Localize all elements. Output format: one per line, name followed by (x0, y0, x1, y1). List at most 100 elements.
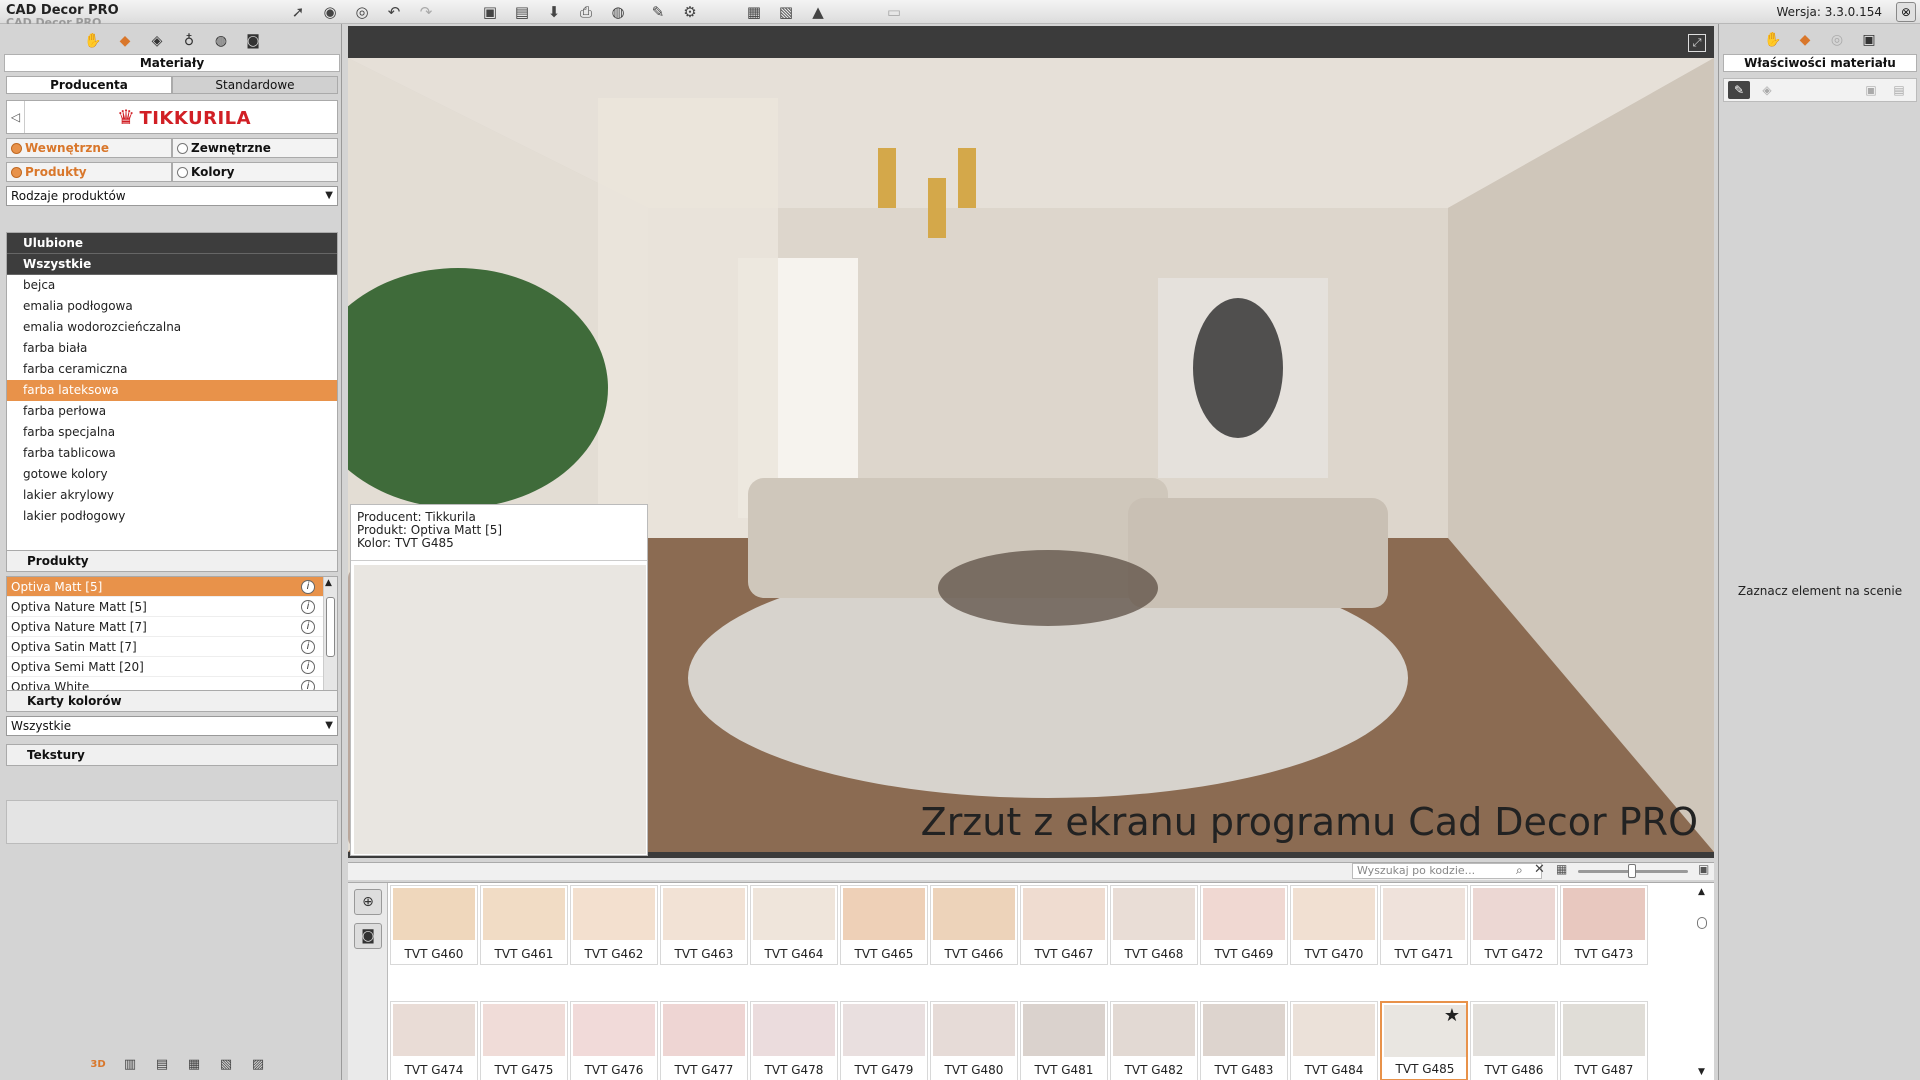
scroll-thumb[interactable] (326, 597, 335, 657)
eye-alt-icon[interactable]: ◎ (350, 2, 374, 22)
color-swatch[interactable]: TVT G480 (930, 1001, 1018, 1080)
color-swatch[interactable]: TVT G462 (570, 885, 658, 965)
color-swatch[interactable]: TVT G470 (1290, 885, 1378, 965)
category-item[interactable]: emalia podłogowa (7, 296, 337, 317)
color-swatch[interactable]: TVT G485 ★ (1380, 1001, 1468, 1080)
color-swatch[interactable]: TVT G469 (1200, 885, 1288, 965)
view-side-tab[interactable]: ▦ (182, 1053, 206, 1075)
color-swatch[interactable]: TVT G465 (840, 885, 928, 965)
zoom-in-icon[interactable]: ⊕ (354, 889, 382, 915)
back-arrow-icon[interactable]: ◁ (7, 101, 25, 133)
color-swatch[interactable]: TVT G473 (1560, 885, 1648, 965)
color-swatch[interactable]: TVT G482 (1110, 1001, 1198, 1080)
copy-icon[interactable]: ▣ (1860, 81, 1882, 99)
color-swatch[interactable]: TVT G472 (1470, 885, 1558, 965)
export-icon[interactable]: ⬇ (542, 2, 566, 22)
maximize-icon[interactable]: ⤢ (1688, 34, 1706, 52)
category-all[interactable]: Wszystkie (7, 254, 337, 275)
print-icon[interactable]: ⎙ (574, 2, 598, 22)
camera-icon[interactable]: ◙ (354, 923, 382, 949)
scroll-thumb[interactable] (1697, 917, 1707, 929)
favorite-star-icon[interactable]: ★ (1444, 1005, 1460, 1026)
color-swatch[interactable]: TVT G478 (750, 1001, 838, 1080)
info-icon[interactable]: i (301, 640, 315, 654)
material-brush-icon[interactable]: ◆ (1793, 30, 1817, 50)
color-swatch[interactable]: TVT G461 (480, 885, 568, 965)
select-arrow-icon[interactable]: ➚ (286, 2, 310, 22)
info-icon[interactable]: i (301, 580, 315, 594)
color-swatch[interactable]: TVT G463 (660, 885, 748, 965)
option-products[interactable]: Produkty (6, 162, 172, 182)
color-swatch[interactable]: TVT G474 (390, 1001, 478, 1080)
category-item[interactable]: farba tablicowa (7, 443, 337, 464)
color-swatch[interactable]: TVT G483 (1200, 1001, 1288, 1080)
texture-icon[interactable]: ◍ (208, 30, 234, 52)
color-swatch[interactable]: TVT G460 (390, 885, 478, 965)
category-item[interactable]: farba lateksowa (7, 380, 337, 401)
option-interior[interactable]: Wewnętrzne (6, 138, 172, 158)
textures-header[interactable]: Tekstury (6, 744, 338, 766)
image-icon[interactable]: ▣ (1857, 30, 1881, 50)
save-as-icon[interactable]: ▤ (510, 2, 534, 22)
color-swatch[interactable]: TVT G475 (480, 1001, 568, 1080)
tab-producenta[interactable]: Producenta (6, 76, 172, 94)
settings-icon[interactable]: ⚙ (678, 2, 702, 22)
eye-icon[interactable]: ◉ (318, 2, 342, 22)
tab-standardowe[interactable]: Standardowe (172, 76, 338, 94)
scroll-down-icon[interactable]: ▼ (1698, 1067, 1705, 1077)
product-item[interactable]: Optiva Nature Matt [5] i (7, 597, 337, 617)
search-icon[interactable]: ⌕ (1516, 863, 1523, 878)
view-3d-icon[interactable]: ▧ (774, 2, 798, 22)
view-plan-tab[interactable]: ▥ (118, 1053, 142, 1075)
view-left-tab[interactable]: ▧ (214, 1053, 238, 1075)
color-swatch[interactable]: TVT G466 (930, 885, 1018, 965)
material-brush-icon[interactable]: ◆ (112, 30, 138, 52)
category-item[interactable]: lakier akrylowy (7, 485, 337, 506)
category-item[interactable]: farba specjalna (7, 422, 337, 443)
category-item[interactable]: bejca (7, 275, 337, 296)
category-favorites[interactable]: Ulubione (7, 233, 337, 254)
category-item[interactable]: lakier podłogowy (7, 506, 337, 527)
product-types-select[interactable]: Rodzaje produktów ▼ (6, 186, 338, 206)
view-3d-tab[interactable]: 3D (86, 1053, 110, 1075)
category-item[interactable]: emalia wodorozcieńczalna (7, 317, 337, 338)
material-edit-icon[interactable]: ◈ (1756, 81, 1778, 99)
hand-icon[interactable]: ✋ (80, 30, 106, 52)
color-swatch[interactable]: TVT G464 (750, 885, 838, 965)
info-icon[interactable]: i (301, 660, 315, 674)
product-item[interactable]: Optiva Matt [5] i (7, 577, 337, 597)
info-icon[interactable]: i (301, 620, 315, 634)
globe-icon[interactable]: ◍ (606, 2, 630, 22)
view-front-tab[interactable]: ▤ (150, 1053, 174, 1075)
paste-icon[interactable]: ▤ (1888, 81, 1910, 99)
color-swatch[interactable]: TVT G471 (1380, 885, 1468, 965)
color-cards-select[interactable]: Wszystkie ▼ (6, 716, 338, 736)
info-icon[interactable]: i (301, 600, 315, 614)
lamp-icon[interactable]: ♁ (176, 30, 202, 52)
swatch-scrollbar[interactable]: ▲ ▼ (1696, 887, 1708, 1077)
view-2d-icon[interactable]: ▦ (742, 2, 766, 22)
redo-icon[interactable]: ↷ (414, 2, 438, 22)
window-icon[interactable]: ▭ (882, 2, 906, 22)
color-swatch[interactable]: TVT G486 (1470, 1001, 1558, 1080)
scroll-up-icon[interactable]: ▲ (1698, 887, 1705, 897)
category-item[interactable]: farba ceramiczna (7, 359, 337, 380)
color-swatch[interactable]: TVT G468 (1110, 885, 1198, 965)
eyedropper-icon[interactable]: ✎ (1728, 81, 1750, 99)
color-swatch[interactable]: TVT G467 (1020, 885, 1108, 965)
product-item[interactable]: Optiva Nature Matt [7] i (7, 617, 337, 637)
products-header[interactable]: Produkty (6, 550, 338, 572)
color-swatch[interactable]: TVT G484 (1290, 1001, 1378, 1080)
color-cards-header[interactable]: Karty kolorów (6, 690, 338, 712)
color-swatch[interactable]: TVT G487 (1560, 1001, 1648, 1080)
search-input[interactable]: Wyszukaj po kodzie... (1352, 863, 1542, 879)
product-item[interactable]: Optiva Satin Matt [7] i (7, 637, 337, 657)
undo-icon[interactable]: ↶ (382, 2, 406, 22)
layers-icon[interactable]: ◈ (144, 30, 170, 52)
color-swatch[interactable]: TVT G477 (660, 1001, 748, 1080)
scroll-up-icon[interactable]: ▲ (325, 578, 332, 588)
product-item[interactable]: Optiva Semi Matt [20] i (7, 657, 337, 677)
color-swatch[interactable]: TVT G481 (1020, 1001, 1108, 1080)
close-icon[interactable]: ⊗ (1896, 2, 1916, 22)
category-item[interactable]: gotowe kolory (7, 464, 337, 485)
